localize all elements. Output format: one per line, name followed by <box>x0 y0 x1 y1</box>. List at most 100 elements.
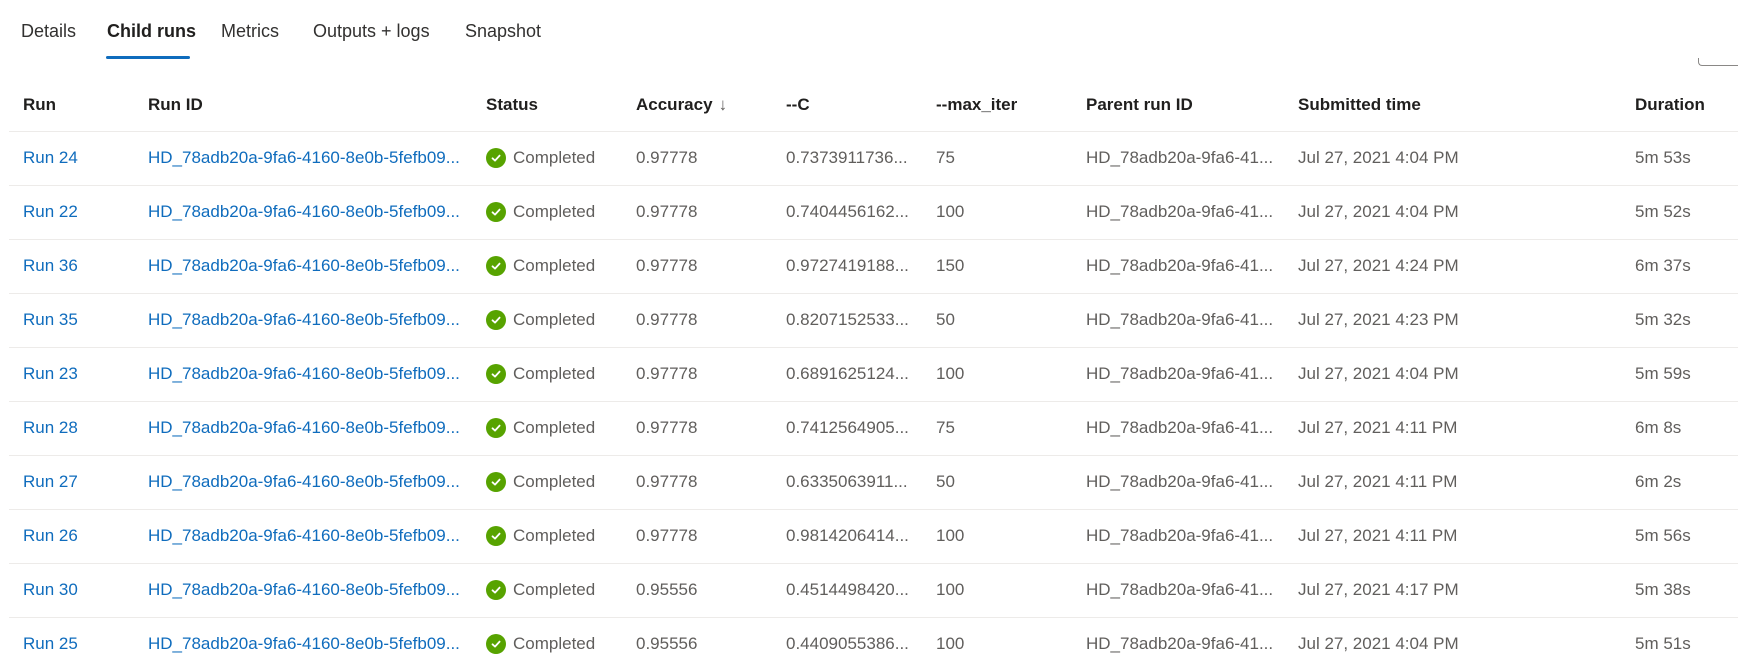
c-value: 0.7404456162... <box>786 202 909 221</box>
column-header-submitted-time[interactable]: Submitted time <box>1298 95 1618 115</box>
tab-outputs-logs[interactable]: Outputs + logs <box>313 21 430 61</box>
c-value: 0.4409055386... <box>786 634 909 653</box>
table-row[interactable]: Run 25 HD_78adb20a-9fa6-4160-8e0b-5fefb09… <box>9 618 1738 671</box>
run-id-link[interactable]: HD_78adb20a-9fa6-4160-8e0b-5fefb09... <box>148 310 463 330</box>
table-row[interactable]: Run 36 HD_78adb20a-9fa6-4160-8e0b-5fefb09… <box>9 240 1738 294</box>
status-text: Completed <box>513 634 596 653</box>
column-header-c[interactable]: --C <box>786 95 914 115</box>
duration-value: 5m 53s <box>1635 148 1691 167</box>
run-link[interactable]: Run 35 <box>23 310 123 330</box>
duration-value: 5m 56s <box>1635 526 1691 545</box>
max-iter-value: 100 <box>936 580 965 599</box>
table-row[interactable]: Run 30 HD_78adb20a-9fa6-4160-8e0b-5fefb09… <box>9 564 1738 618</box>
table-row[interactable]: Run 22 HD_78adb20a-9fa6-4160-8e0b-5fefb09… <box>9 186 1738 240</box>
accuracy-value: 0.95556 <box>636 634 698 653</box>
submitted-time: Jul 27, 2021 4:04 PM <box>1298 148 1459 167</box>
max-iter-value: 150 <box>936 256 965 275</box>
table-row[interactable]: Run 35 HD_78adb20a-9fa6-4160-8e0b-5fefb09… <box>9 294 1738 348</box>
tab-snapshot[interactable]: Snapshot <box>465 21 541 61</box>
status-text: Completed <box>513 202 596 221</box>
run-link[interactable]: Run 30 <box>23 580 123 600</box>
run-id-link[interactable]: HD_78adb20a-9fa6-4160-8e0b-5fefb09... <box>148 472 463 492</box>
active-tab-indicator <box>106 56 190 59</box>
run-link[interactable]: Run 28 <box>23 418 123 438</box>
submitted-time: Jul 27, 2021 4:11 PM <box>1298 526 1458 545</box>
status-cell: Completed <box>486 202 626 222</box>
run-link[interactable]: Run 23 <box>23 364 123 384</box>
submitted-time: Jul 27, 2021 4:04 PM <box>1298 364 1459 383</box>
max-iter-value: 100 <box>936 526 965 545</box>
status-text: Completed <box>513 580 596 599</box>
status-text: Completed <box>513 256 596 275</box>
duration-value: 5m 32s <box>1635 310 1691 329</box>
duration-value: 6m 2s <box>1635 472 1682 491</box>
accuracy-value: 0.97778 <box>636 526 698 545</box>
check-circle-icon <box>486 526 506 546</box>
submitted-time: Jul 27, 2021 4:24 PM <box>1298 256 1459 275</box>
status-text: Completed <box>513 526 596 545</box>
duration-value: 5m 38s <box>1635 580 1691 599</box>
parent-run-id: HD_78adb20a-9fa6-41... <box>1086 148 1274 167</box>
run-id-link[interactable]: HD_78adb20a-9fa6-4160-8e0b-5fefb09... <box>148 202 463 222</box>
max-iter-value: 50 <box>936 310 955 329</box>
accuracy-value: 0.97778 <box>636 148 698 167</box>
run-link[interactable]: Run 24 <box>23 148 123 168</box>
parent-run-id: HD_78adb20a-9fa6-41... <box>1086 256 1274 275</box>
run-link[interactable]: Run 22 <box>23 202 123 222</box>
run-id-link[interactable]: HD_78adb20a-9fa6-4160-8e0b-5fefb09... <box>148 418 463 438</box>
status-cell: Completed <box>486 148 626 168</box>
child-runs-table: Run Run ID Status Accuracy ↓ --C --max_it… <box>9 80 1738 671</box>
c-value: 0.9727419188... <box>786 256 909 275</box>
c-value: 0.7373911736... <box>786 148 908 167</box>
table-row[interactable]: Run 24 HD_78adb20a-9fa6-4160-8e0b-5fefb09… <box>9 132 1738 186</box>
table-row[interactable]: Run 26 HD_78adb20a-9fa6-4160-8e0b-5fefb09… <box>9 510 1738 564</box>
tab-details[interactable]: Details <box>21 21 76 61</box>
column-header-run-id[interactable]: Run ID <box>148 95 463 115</box>
column-header-parent-run-id[interactable]: Parent run ID <box>1086 95 1276 115</box>
status-cell: Completed <box>486 310 626 330</box>
status-text: Completed <box>513 148 596 167</box>
run-link[interactable]: Run 27 <box>23 472 123 492</box>
status-cell: Completed <box>486 526 626 546</box>
run-id-link[interactable]: HD_78adb20a-9fa6-4160-8e0b-5fefb09... <box>148 364 463 384</box>
column-header-accuracy-label: Accuracy <box>636 95 713 114</box>
submitted-time: Jul 27, 2021 4:11 PM <box>1298 472 1458 491</box>
column-header-duration[interactable]: Duration <box>1635 95 1738 115</box>
run-id-link[interactable]: HD_78adb20a-9fa6-4160-8e0b-5fefb09... <box>148 526 463 546</box>
check-circle-icon <box>486 580 506 600</box>
arrow-down-icon: ↓ <box>718 95 728 114</box>
table-row[interactable]: Run 27 HD_78adb20a-9fa6-4160-8e0b-5fefb09… <box>9 456 1738 510</box>
run-link[interactable]: Run 36 <box>23 256 123 276</box>
run-id-link[interactable]: HD_78adb20a-9fa6-4160-8e0b-5fefb09... <box>148 580 463 600</box>
submitted-time: Jul 27, 2021 4:17 PM <box>1298 580 1459 599</box>
c-value: 0.7412564905... <box>786 418 909 437</box>
column-header-accuracy[interactable]: Accuracy ↓ <box>636 95 766 115</box>
accuracy-value: 0.95556 <box>636 580 698 599</box>
tab-metrics[interactable]: Metrics <box>221 21 279 61</box>
column-header-status[interactable]: Status <box>486 95 626 115</box>
run-id-link[interactable]: HD_78adb20a-9fa6-4160-8e0b-5fefb09... <box>148 148 463 168</box>
max-iter-value: 100 <box>936 202 965 221</box>
max-iter-value: 100 <box>936 364 965 383</box>
tab-child-runs[interactable]: Child runs <box>107 21 196 61</box>
submitted-time: Jul 27, 2021 4:04 PM <box>1298 202 1459 221</box>
c-value: 0.6891625124... <box>786 364 909 383</box>
table-row[interactable]: Run 28 HD_78adb20a-9fa6-4160-8e0b-5fefb09… <box>9 402 1738 456</box>
parent-run-id: HD_78adb20a-9fa6-41... <box>1086 580 1274 599</box>
c-value: 0.6335063911... <box>786 472 908 491</box>
run-link[interactable]: Run 25 <box>23 634 123 654</box>
column-header-max-iter[interactable]: --max_iter <box>936 95 1066 115</box>
table-body: Run 24 HD_78adb20a-9fa6-4160-8e0b-5fefb09… <box>9 132 1738 671</box>
status-text: Completed <box>513 310 596 329</box>
max-iter-value: 100 <box>936 634 965 653</box>
accuracy-value: 0.97778 <box>636 364 698 383</box>
column-header-run[interactable]: Run <box>23 95 123 115</box>
run-id-link[interactable]: HD_78adb20a-9fa6-4160-8e0b-5fefb09... <box>148 256 463 276</box>
submitted-time: Jul 27, 2021 4:23 PM <box>1298 310 1459 329</box>
run-link[interactable]: Run 26 <box>23 526 123 546</box>
status-text: Completed <box>513 418 596 437</box>
table-row[interactable]: Run 23 HD_78adb20a-9fa6-4160-8e0b-5fefb09… <box>9 348 1738 402</box>
submitted-time: Jul 27, 2021 4:11 PM <box>1298 418 1458 437</box>
run-id-link[interactable]: HD_78adb20a-9fa6-4160-8e0b-5fefb09... <box>148 634 463 654</box>
parent-run-id: HD_78adb20a-9fa6-41... <box>1086 526 1274 545</box>
